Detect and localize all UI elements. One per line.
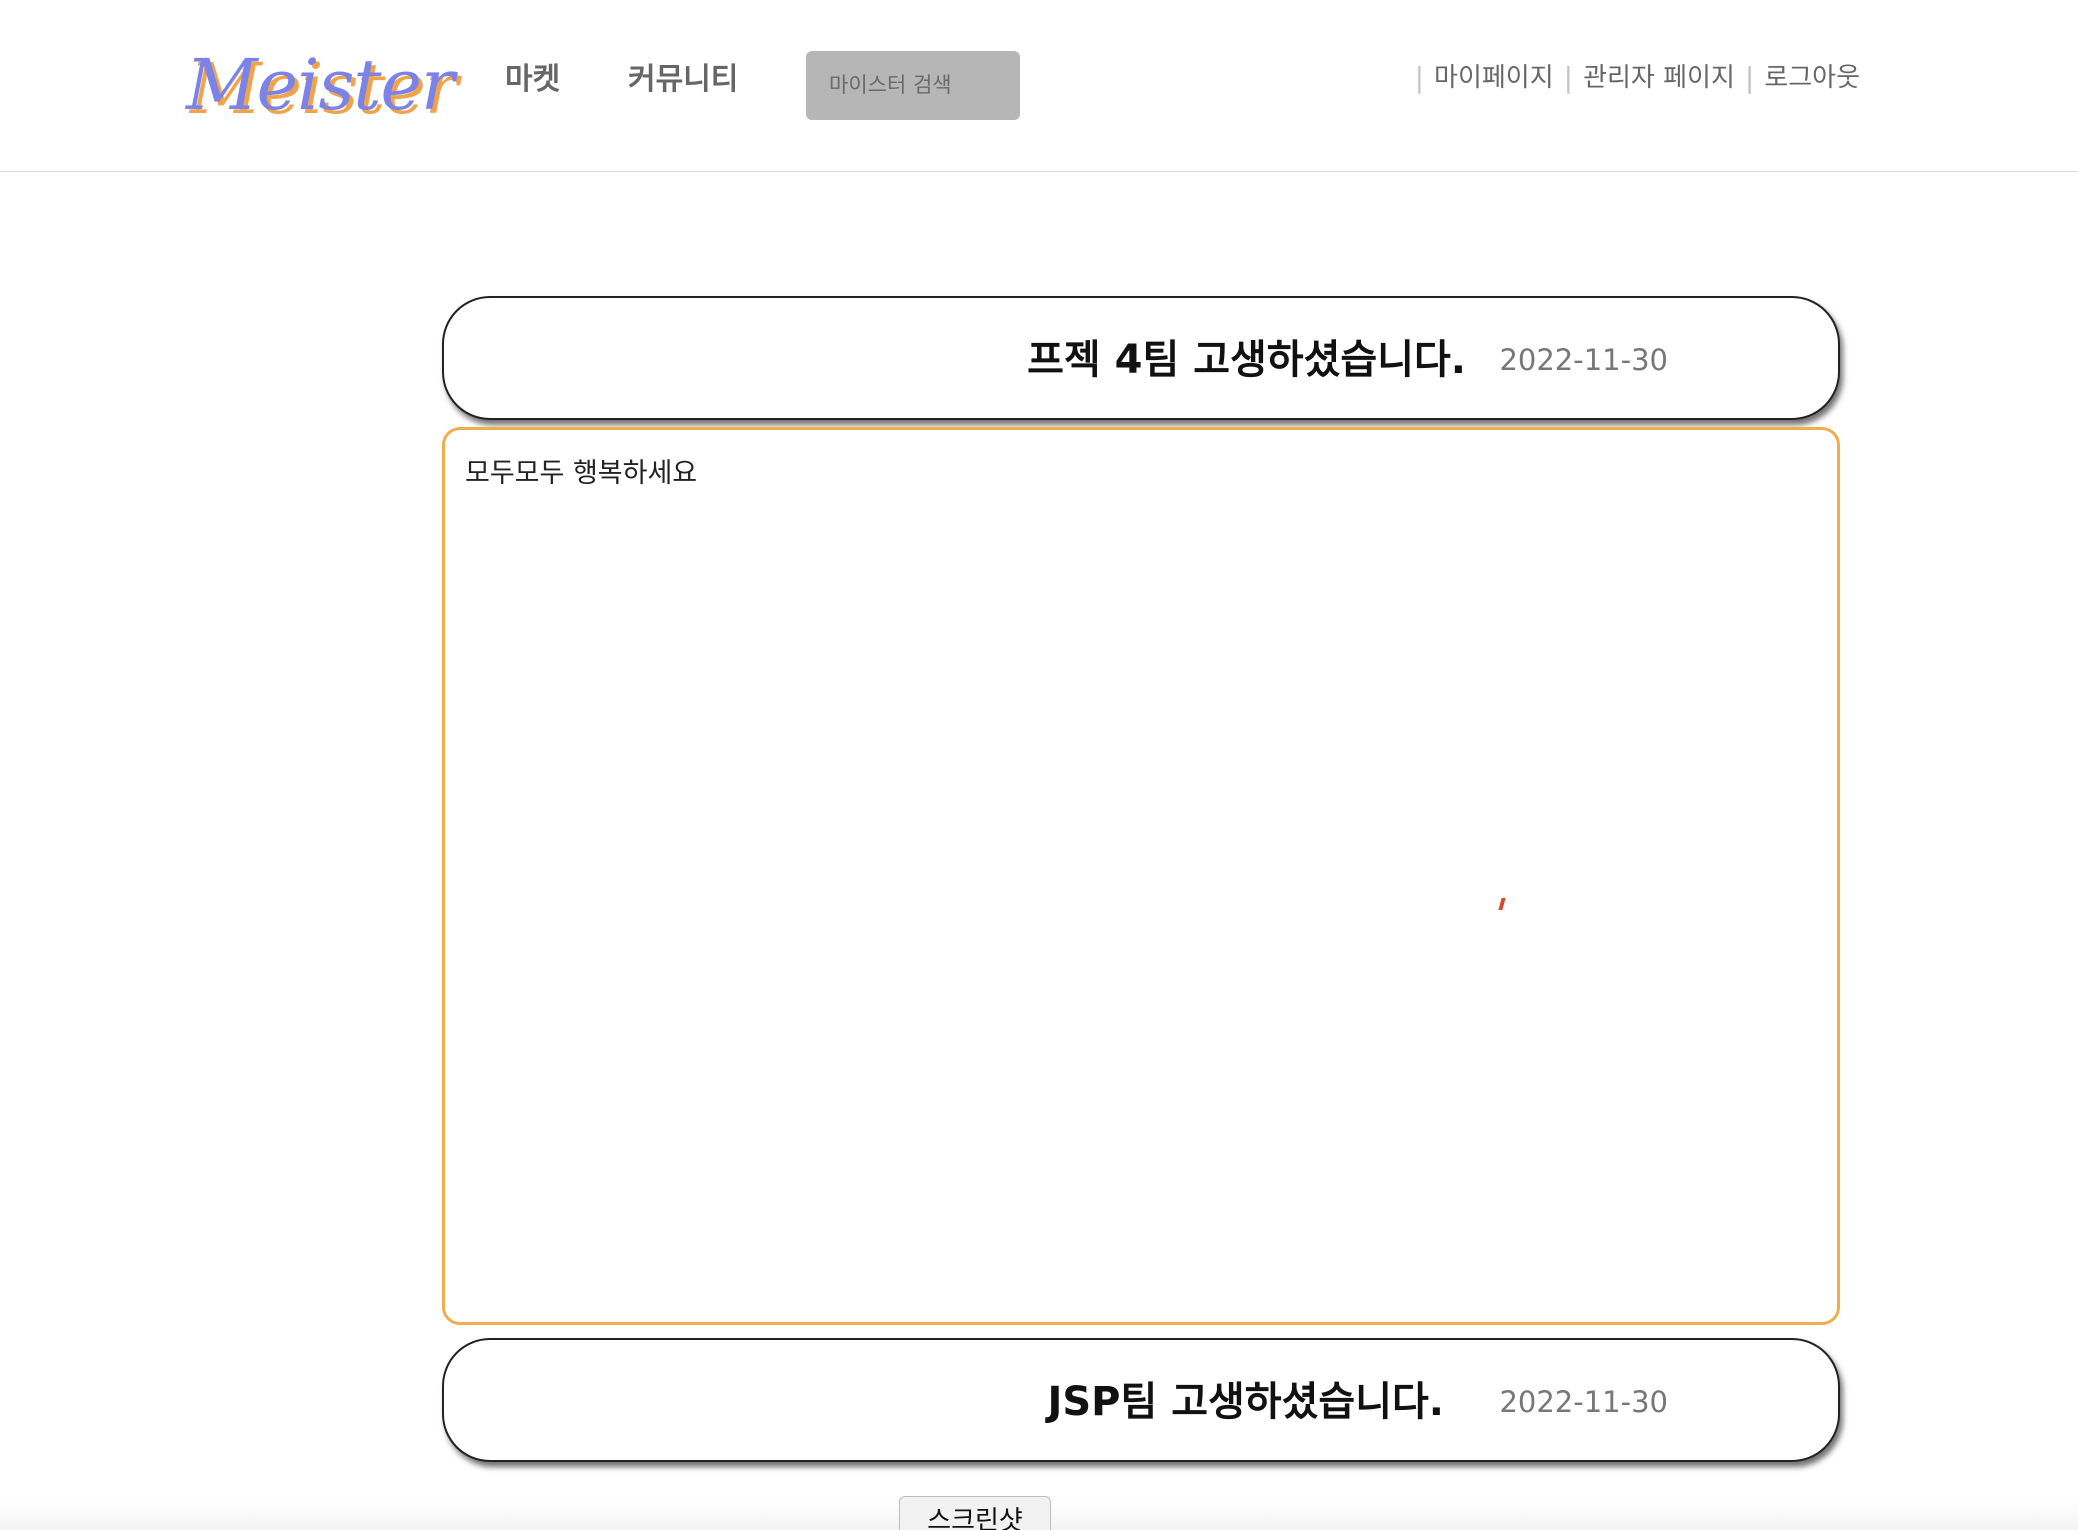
divider: | [1744, 61, 1755, 94]
admin-page-link[interactable]: 관리자 페이지 [1583, 60, 1735, 96]
logout-link[interactable]: 로그아웃 [1764, 60, 1860, 96]
nav-market[interactable]: 마켓 [505, 60, 560, 100]
user-nav: | 마이페이지 | 관리자 페이지 | 로그아웃 [1405, 60, 1860, 96]
site-header: Meister 마켓 커뮤니티 마이스터 검색 | 마이페이지 | 관리자 페이… [0, 0, 2078, 172]
screenshot-button[interactable]: 스크린샷 [899, 1496, 1051, 1530]
divider: | [1414, 61, 1425, 94]
post-content-text: 모두모두 행복하세요 [465, 458, 698, 489]
page: Meister 마켓 커뮤니티 마이스터 검색 | 마이페이지 | 관리자 페이… [0, 0, 2078, 1530]
post-card[interactable]: 프젝 4팀 고생하셨습니다. 2022-11-30 [442, 296, 1840, 420]
post-date: 2022-11-30 [1499, 1385, 1668, 1419]
post-title[interactable]: JSP팀 고생하셨습니다. [444, 1378, 1444, 1426]
nav-community[interactable]: 커뮤니티 [628, 60, 738, 100]
logo[interactable]: Meister [186, 40, 454, 130]
post-date: 2022-11-30 [1499, 343, 1668, 377]
mypage-link[interactable]: 마이페이지 [1434, 60, 1554, 96]
post-title[interactable]: 프젝 4팀 고생하셨습니다. [444, 336, 1466, 384]
search-input[interactable]: 마이스터 검색 [806, 51, 1020, 120]
divider: | [1563, 61, 1574, 94]
red-mark [1498, 898, 1506, 910]
post-content: 모두모두 행복하세요 [442, 427, 1840, 1325]
post-card[interactable]: JSP팀 고생하셨습니다. 2022-11-30 [442, 1338, 1840, 1462]
